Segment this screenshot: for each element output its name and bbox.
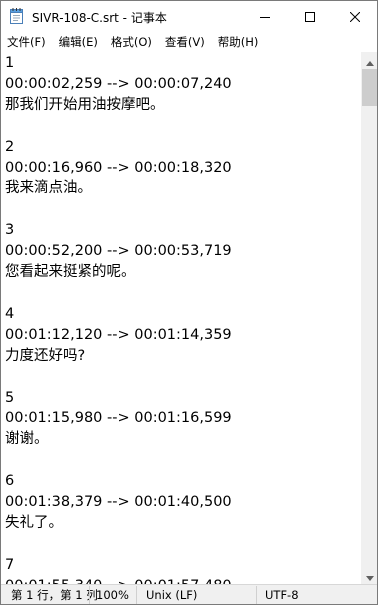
window-title: SIVR-108-C.srt - 记事本: [32, 11, 167, 25]
notepad-window: SIVR-108-C.srt - 记事本 文件(F) 编辑(E) 格式(O) 查…: [0, 0, 378, 605]
maximize-icon: [304, 7, 315, 26]
close-button[interactable]: [332, 1, 377, 32]
menu-view[interactable]: 查看(V): [159, 32, 212, 52]
scroll-thumb[interactable]: [362, 69, 377, 106]
status-divider: [89, 586, 90, 604]
minimize-button[interactable]: [242, 1, 287, 32]
cursor-position: 第 1 行，第 1 列: [11, 588, 98, 602]
scroll-up-button[interactable]: [361, 51, 377, 70]
zoom-level: 100%: [96, 588, 129, 602]
menu-format[interactable]: 格式(O): [105, 32, 159, 52]
menu-help[interactable]: 帮助(H): [212, 32, 266, 52]
menu-file[interactable]: 文件(F): [1, 32, 53, 52]
chevron-up-icon: [365, 51, 374, 70]
text-editor[interactable]: 1 00:00:02,259 --> 00:00:07,240 那我们开始用油按…: [1, 52, 361, 584]
maximize-button[interactable]: [287, 1, 332, 32]
status-bar: 第 1 行，第 1 列 100% Unix (LF) UTF-8: [1, 584, 377, 604]
minimize-icon: [259, 7, 270, 26]
status-divider: [256, 586, 257, 604]
status-divider: [136, 586, 137, 604]
line-ending: Unix (LF): [146, 588, 198, 602]
document-text[interactable]: 1 00:00:02,259 --> 00:00:07,240 那我们开始用油按…: [5, 53, 232, 584]
menu-bar: 文件(F) 编辑(E) 格式(O) 查看(V) 帮助(H): [1, 32, 377, 52]
scroll-down-button[interactable]: [361, 566, 377, 585]
chevron-down-icon: [365, 566, 374, 585]
title-bar[interactable]: SIVR-108-C.srt - 记事本: [1, 1, 377, 32]
encoding: UTF-8: [265, 588, 299, 602]
vertical-scrollbar[interactable]: [361, 51, 377, 585]
notepad-icon: [10, 8, 24, 24]
menu-edit[interactable]: 编辑(E): [53, 32, 105, 52]
close-icon: [349, 7, 360, 26]
